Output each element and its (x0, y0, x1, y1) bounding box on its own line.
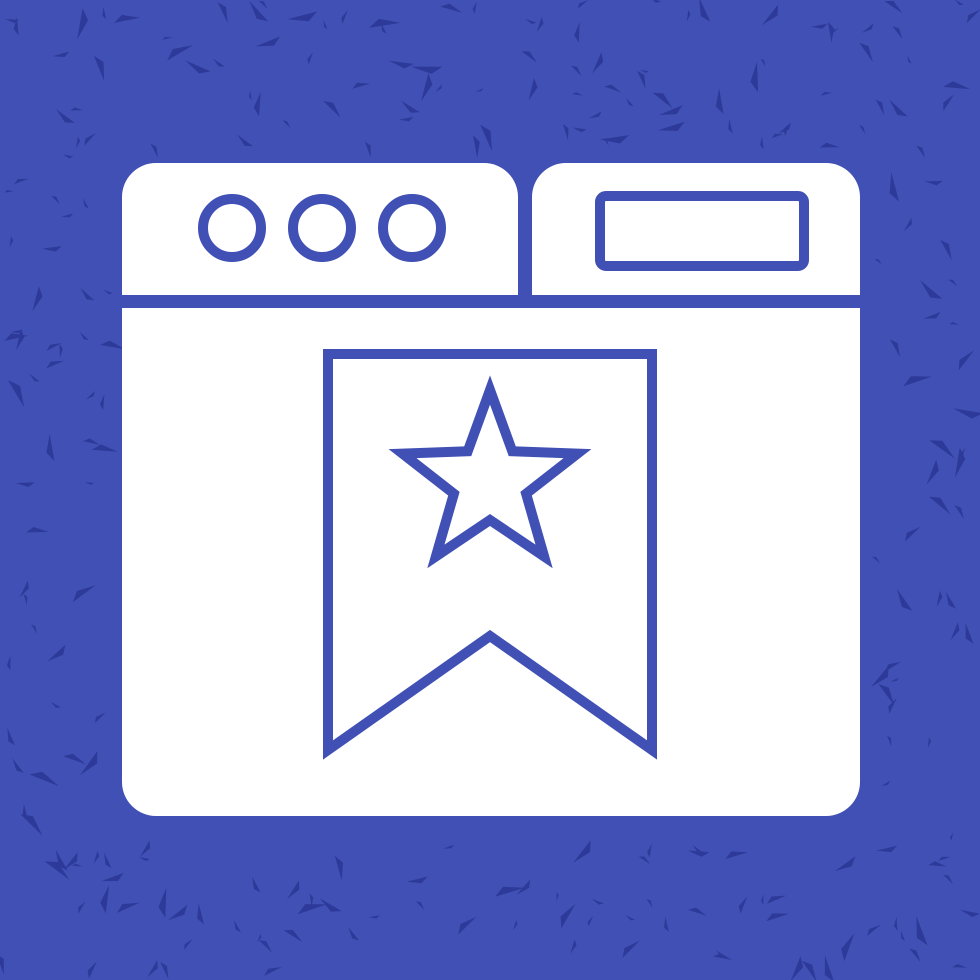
window-titlebar-right-fill (532, 200, 860, 295)
bookmark-page-icon-canvas (0, 0, 980, 980)
browser-bookmark-icon (0, 0, 980, 980)
window-titlebar-left-fill (122, 200, 518, 295)
